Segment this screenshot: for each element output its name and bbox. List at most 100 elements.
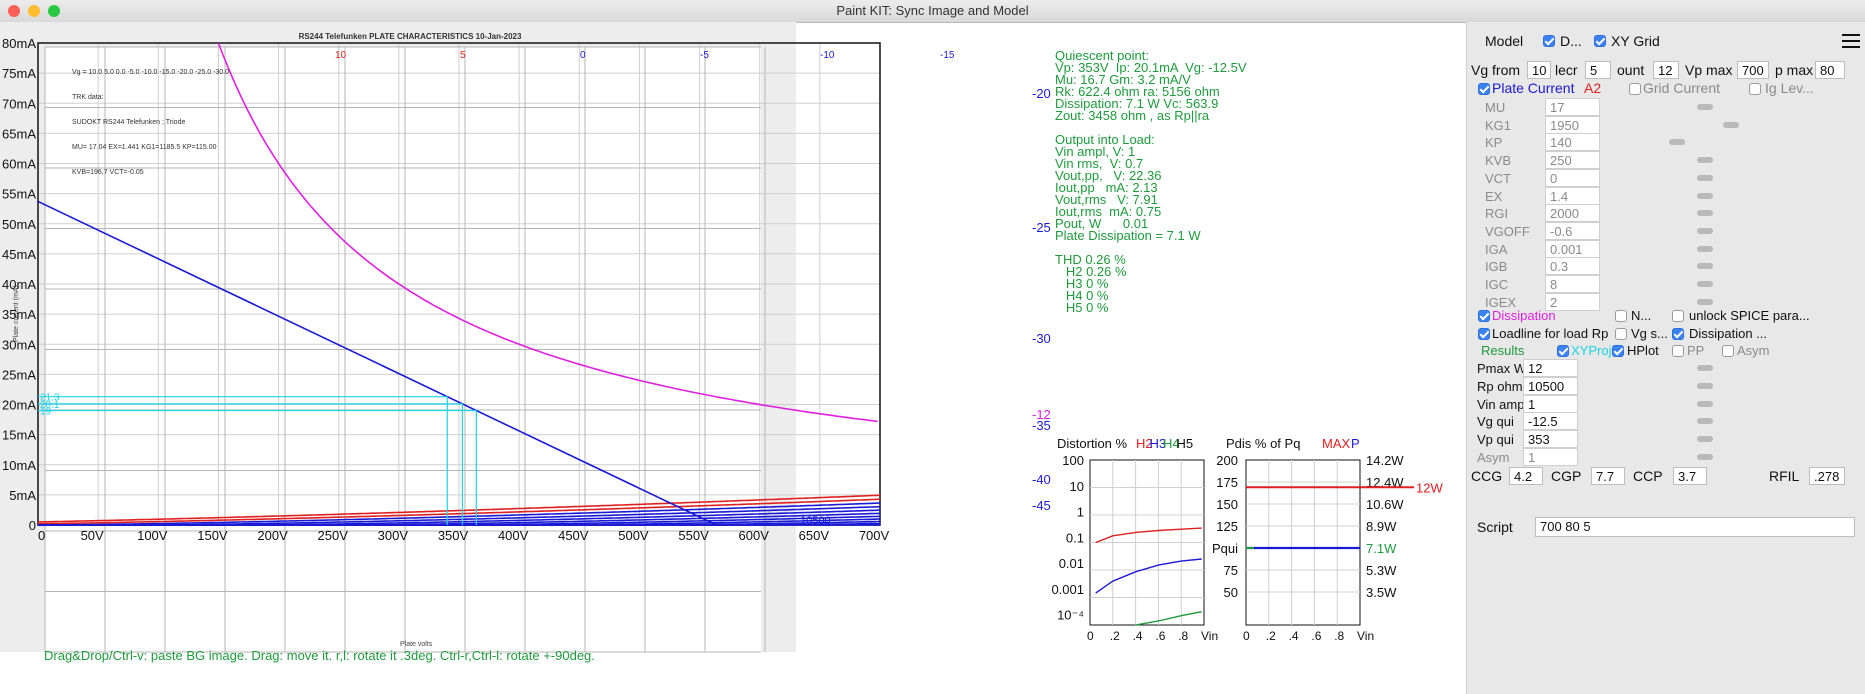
- quiescent-line: Plate Dissipation = 7.1 W: [1055, 228, 1201, 243]
- hplot-checkbox[interactable]: [1612, 345, 1624, 357]
- param-name: VCT: [1485, 170, 1511, 186]
- ip-max-input[interactable]: 80: [1815, 61, 1845, 79]
- plate-current-checkbox[interactable]: [1478, 83, 1490, 95]
- param-slider-knob[interactable]: [1697, 382, 1713, 389]
- y-tick-label: 50mA: [2, 217, 36, 232]
- param-slider-knob[interactable]: [1669, 139, 1685, 146]
- param-value-input[interactable]: -0.6: [1545, 221, 1600, 240]
- y-tick-label: 5mA: [9, 488, 36, 503]
- n-label: N...: [1631, 308, 1652, 323]
- asym-checkbox-label: Asym: [1737, 343, 1770, 358]
- y-tick-label: 80mA: [2, 36, 36, 51]
- param-name: EX: [1485, 188, 1503, 204]
- n-checkbox[interactable]: [1615, 310, 1627, 322]
- loadline-checkbox[interactable]: [1478, 328, 1490, 340]
- vg-s-checkbox[interactable]: [1615, 328, 1627, 340]
- param-slider-knob[interactable]: [1697, 418, 1713, 425]
- script-input[interactable]: 700 80 5: [1535, 517, 1855, 537]
- param-slider-knob[interactable]: [1697, 157, 1713, 164]
- param-slider-knob[interactable]: [1697, 281, 1713, 287]
- xyproj-checkbox[interactable]: [1557, 345, 1569, 357]
- param-value-input[interactable]: 1: [1523, 448, 1578, 466]
- param-slider-knob[interactable]: [1697, 365, 1713, 371]
- param-name: KP: [1485, 135, 1503, 151]
- pdis-y-tick: 125: [1216, 519, 1238, 534]
- param-value-input[interactable]: 250: [1545, 151, 1600, 170]
- param-name: Asym: [1477, 450, 1510, 465]
- count-input[interactable]: 12: [1653, 61, 1679, 79]
- xy-grid-label: XY Grid: [1611, 33, 1660, 49]
- x-tick-label: 450V: [558, 528, 589, 543]
- ig-lev-checkbox[interactable]: [1749, 83, 1761, 95]
- param-value-input[interactable]: 353: [1523, 430, 1578, 449]
- param-value-input[interactable]: -12.5: [1523, 412, 1578, 431]
- d-checkbox[interactable]: [1543, 35, 1555, 47]
- ccg-input[interactable]: 4.2: [1509, 467, 1543, 485]
- curve-top-label: -5: [700, 50, 709, 61]
- param-slider-knob[interactable]: [1723, 121, 1739, 128]
- param-slider-knob[interactable]: [1697, 298, 1713, 305]
- rfil-input[interactable]: .278: [1809, 467, 1845, 485]
- pdis-y-tick: Pqui: [1212, 541, 1238, 556]
- param-name: Pmax W: [1477, 361, 1527, 376]
- param-value-input[interactable]: 2000: [1545, 204, 1600, 223]
- x-tick-label: 0: [38, 528, 45, 543]
- param-value-input[interactable]: 0.3: [1545, 257, 1600, 276]
- vg-s-label: Vg s...: [1631, 326, 1668, 341]
- param-slider-knob[interactable]: [1697, 210, 1713, 217]
- quiescent-info: Quiescent point: Vp: 353V Ip: 20.1mA Vg: …: [1055, 49, 1247, 314]
- menu-icon[interactable]: [1842, 34, 1860, 48]
- pp-checkbox[interactable]: [1672, 345, 1684, 357]
- param-value-input[interactable]: 17: [1545, 98, 1600, 116]
- ccp-label: CCP: [1633, 468, 1663, 484]
- y-tick-label: 60mA: [2, 157, 36, 172]
- param-name: IGA: [1485, 241, 1508, 257]
- param-value-input[interactable]: 10500: [1523, 376, 1578, 395]
- x-tick-label: 550V: [678, 528, 709, 543]
- status-hint: Drag&Drop/Ctrl-v: paste BG image. Drag: …: [44, 648, 595, 663]
- decr-input[interactable]: 5: [1585, 61, 1611, 79]
- param-value-input[interactable]: 1950: [1545, 115, 1600, 134]
- xy-grid-checkbox[interactable]: [1594, 35, 1606, 47]
- count-label: ount: [1617, 62, 1645, 78]
- param-value-input[interactable]: 1: [1523, 394, 1578, 413]
- param-value-input[interactable]: 0.001: [1545, 239, 1600, 258]
- model-label: Model: [1485, 33, 1524, 49]
- param-slider-knob[interactable]: [1697, 104, 1713, 110]
- distortion-x-tick: 0: [1087, 629, 1094, 643]
- param-value-input[interactable]: 8: [1545, 275, 1600, 293]
- y-tick-label: 0: [29, 518, 36, 533]
- param-slider-knob[interactable]: [1697, 174, 1713, 181]
- param-slider-knob[interactable]: [1697, 400, 1713, 407]
- param-value-input[interactable]: 12: [1523, 359, 1578, 377]
- rfil-label: RFIL: [1769, 468, 1800, 484]
- param-value-input[interactable]: 1.4: [1545, 186, 1600, 205]
- bg-image-text: Vg = 10.0 5.0 0.0 -5.0 -10.0 -15.0 -20.0…: [72, 69, 229, 76]
- param-value-input[interactable]: 0: [1545, 168, 1600, 187]
- param-slider-knob[interactable]: [1697, 263, 1713, 270]
- x-tick-label: 150V: [197, 528, 228, 543]
- grid-current-checkbox[interactable]: [1629, 83, 1641, 95]
- dissipation2-checkbox[interactable]: [1672, 328, 1684, 340]
- vp-max-input[interactable]: 700: [1737, 61, 1769, 79]
- param-slider-knob[interactable]: [1697, 436, 1713, 443]
- asym-checkbox[interactable]: [1722, 345, 1734, 357]
- curve-top-label: -10: [820, 50, 835, 61]
- pdis-right-tick: 7.1W: [1366, 541, 1397, 556]
- distortion-x-tick: .4: [1133, 629, 1143, 643]
- pdis-x-tick: .6: [1311, 629, 1321, 643]
- cgp-input[interactable]: 7.7: [1591, 467, 1625, 485]
- param-slider-knob[interactable]: [1697, 227, 1713, 234]
- param-value-input[interactable]: 140: [1545, 133, 1600, 152]
- pdis-max-label: MAX: [1322, 436, 1351, 451]
- bottom-rp-label: 10500: [800, 515, 831, 527]
- distortion-series-label: H5: [1177, 436, 1194, 451]
- param-slider-knob[interactable]: [1697, 192, 1713, 199]
- param-slider-knob[interactable]: [1697, 245, 1713, 252]
- vg-from-input[interactable]: 10: [1527, 61, 1551, 79]
- unlock-spice-checkbox[interactable]: [1672, 310, 1684, 322]
- dissipation-checkbox[interactable]: [1478, 310, 1490, 322]
- ccp-input[interactable]: 3.7: [1673, 467, 1707, 485]
- param-row: Asym 1: [1477, 448, 1857, 469]
- param-slider-knob[interactable]: [1697, 454, 1713, 460]
